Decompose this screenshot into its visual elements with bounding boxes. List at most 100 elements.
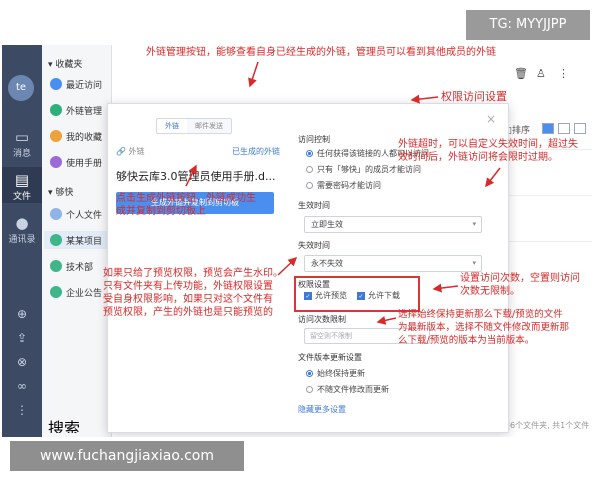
quick-section-title: ▾ 够快 [48,188,74,198]
radio-unselected [306,182,313,189]
rail-item-label: 通讯录 [8,235,36,245]
checkbox-label: 允许下载 [368,291,400,300]
check-icon: ✓ [357,291,365,300]
select-value: 立即生效 [311,220,343,229]
radio-label: 只有「够快」的成员才能访问 [317,165,421,174]
screenshot-stage: TG: MYYJJPP te ▭ 消息 ▤ 文件 ● 通讯录 ⊕ ⇪ ⊗ ∞ ⋮ [0,0,600,480]
download-icon[interactable]: ⊗ [14,355,30,369]
sidebar-item-label: 企业公告 [66,288,103,299]
folder-icon [50,286,62,298]
allow-download-checkbox[interactable]: ✓ 允许下载 [357,290,400,301]
version-title: 文件版本更新设置 [298,353,362,362]
effective-time-title: 生效时间 [298,201,330,210]
sidebar-item-link-manage[interactable]: 外链管理 [50,101,102,119]
allow-preview-checkbox[interactable]: ✓ 允许预览 [304,290,347,301]
annotation-line: 为最新版本，选择不随文件修改而更新那 [398,322,570,333]
sidebar-item-favorites[interactable]: 我的收藏 [50,127,102,145]
annotation-version: 选择始终保持更新那么下载/预览的文件 为最新版本，选择不随文件修改而更新那 么下… [398,308,569,347]
annotation-line: 点击生成外链按钮，外链成功生 [116,193,256,204]
more-icon[interactable]: ⋮ [558,67,569,80]
link-label: 🔗 外链 [116,147,145,156]
sidebar-item-recent[interactable]: 最近访问 [50,75,102,93]
add-icon[interactable]: ⊕ [14,307,30,321]
annotation-line: 设置访问次数，空置则访问 [460,273,580,284]
annotation-line: 选择始终保持更新那么下载/预览的文件 [398,309,563,320]
tab-email[interactable]: 邮件发送 [187,119,231,133]
sidebar: ▾ 收藏夹 最近访问 外链管理 我的收藏 使用手册 ▾ 够快 个人文件 某某项目… [42,45,112,437]
grid-view-icon[interactable] [542,123,554,134]
check-icon: ✓ [304,291,312,300]
file-count-status: 共6个文件夹, 共1个文件 [502,421,590,430]
permission-checkboxes: ✓ 允许预览 ✓ 允许下载 [304,290,410,301]
sidebar-item-label: 个人文件 [66,210,103,221]
watermark-tag: TG: MYYJJPP [466,10,590,40]
access-option-members[interactable]: 只有「够快」的成员才能访问 [306,164,421,175]
select-value: 永不失效 [311,259,343,268]
sidebar-item-project[interactable]: 某某项目 [44,231,111,249]
sidebar-item-tech[interactable]: 技术部 [50,257,93,275]
access-option-password[interactable]: 需要密码才能访问 [306,180,381,191]
radio-unselected [306,386,313,393]
annotation-line: 预览权限，产生的外链也是只能预览的 [103,307,273,318]
version-option-always[interactable]: 始终保持更新 [306,368,365,379]
radio-label: 需要密码才能访问 [317,181,381,190]
clock-icon [50,78,62,90]
annotation-line: 么下载/预览的版本为当前版本。 [398,335,535,346]
version-option-fixed[interactable]: 不随文件修改而更新 [306,384,389,395]
annotation-generate: 点击生成外链按钮，外链成功生 成并复制到剪切板上 [116,192,256,218]
rail-item-label: 消息 [12,149,31,159]
close-icon[interactable]: × [486,112,496,126]
radio-selected [306,150,313,157]
share-icon[interactable]: ⇪ [14,331,30,345]
detail-view-icon[interactable] [574,123,586,134]
annotation-line: 成并复制到剪切板上 [116,206,206,217]
sidebar-item-label: 某某项目 [66,236,103,247]
radio-selected [306,370,313,377]
document-name: 够快云库3.0管理员使用手册.d... [116,170,276,183]
star-icon [50,130,62,142]
annotation-timeout: 外链超时，可以自定义失效时间，超过失 效时间后，外链访问将会限时过期。 [398,138,578,164]
annotation-visit-count: 设置访问次数，空置则访问 次数无限制。 [460,272,580,298]
sidebar-item-manual[interactable]: 使用手册 [50,153,102,171]
access-control-title: 访问控制 [298,135,330,144]
avatar[interactable]: te [8,75,34,101]
expire-time-title: 失效时间 [298,241,330,250]
favorites-section-title: ▾ 收藏夹 [48,60,83,70]
rail-item-files[interactable]: ▤ 文件 [2,167,42,203]
chevron-down-icon: ▾ [472,220,476,228]
list-view-icon[interactable] [558,123,570,134]
folder-icon [50,208,62,220]
folder-icon [50,260,62,272]
sidebar-item-personal[interactable]: 个人文件 [50,205,102,223]
radio-label: 始终保持更新 [317,369,365,378]
effective-time-select[interactable]: 立即生效 ▾ [304,216,482,233]
annotation-top: 外链管理按钮，能够查看自身已经生成的外链，管理员可以看到其他成员的外链 [146,47,496,58]
annotation-line: 效时间后，外链访问将会限时过期。 [398,152,558,163]
tab-link[interactable]: 外链 [157,119,187,133]
link-icon[interactable]: ∞ [14,379,30,393]
app-window: te ▭ 消息 ▤ 文件 ● 通讯录 ⊕ ⇪ ⊗ ∞ ⋮ ▾ 收藏夹 最近访问 … [2,45,598,437]
generated-links-link[interactable]: 已生成的外链 [232,146,280,157]
expire-time-select[interactable]: 永不失效 ▾ [304,255,482,272]
rail-item-messages[interactable]: ▭ 消息 [2,125,42,159]
user-add-icon[interactable]: ♙ [536,67,546,80]
checkbox-label: 允许预览 [315,291,347,300]
link-icon [50,104,62,116]
radio-label: 不随文件修改而更新 [317,385,389,394]
book-icon [50,156,62,168]
hide-more-settings-link[interactable]: 隐藏更多设置 [298,404,346,415]
sidebar-item-announce[interactable]: 企业公告 [50,283,102,301]
visit-limit-title: 访问次数限制 [298,315,346,324]
annotation-line: 次数无限制。 [460,286,520,297]
sidebar-item-label: 外链管理 [66,106,103,117]
annotation-preview: 如果只给了预览权限，预览会产生水印。 只有文件夹有上传功能，外链权限设置 受自身… [103,267,283,319]
sidebar-item-label: 使用手册 [66,158,103,169]
chevron-down-icon: ▾ [472,259,476,267]
rail-item-contacts[interactable]: ● 通讯录 [2,211,42,245]
footer-url-banner: www.fuchangjiaxiao.com [10,441,244,471]
rail-item-label: 文件 [12,192,31,202]
settings-icon[interactable]: ⋮ [14,403,30,417]
folder-icon [50,234,62,246]
sort-button[interactable]: ▯排序 [507,123,530,136]
trash-icon[interactable]: 🗑 [514,67,528,80]
